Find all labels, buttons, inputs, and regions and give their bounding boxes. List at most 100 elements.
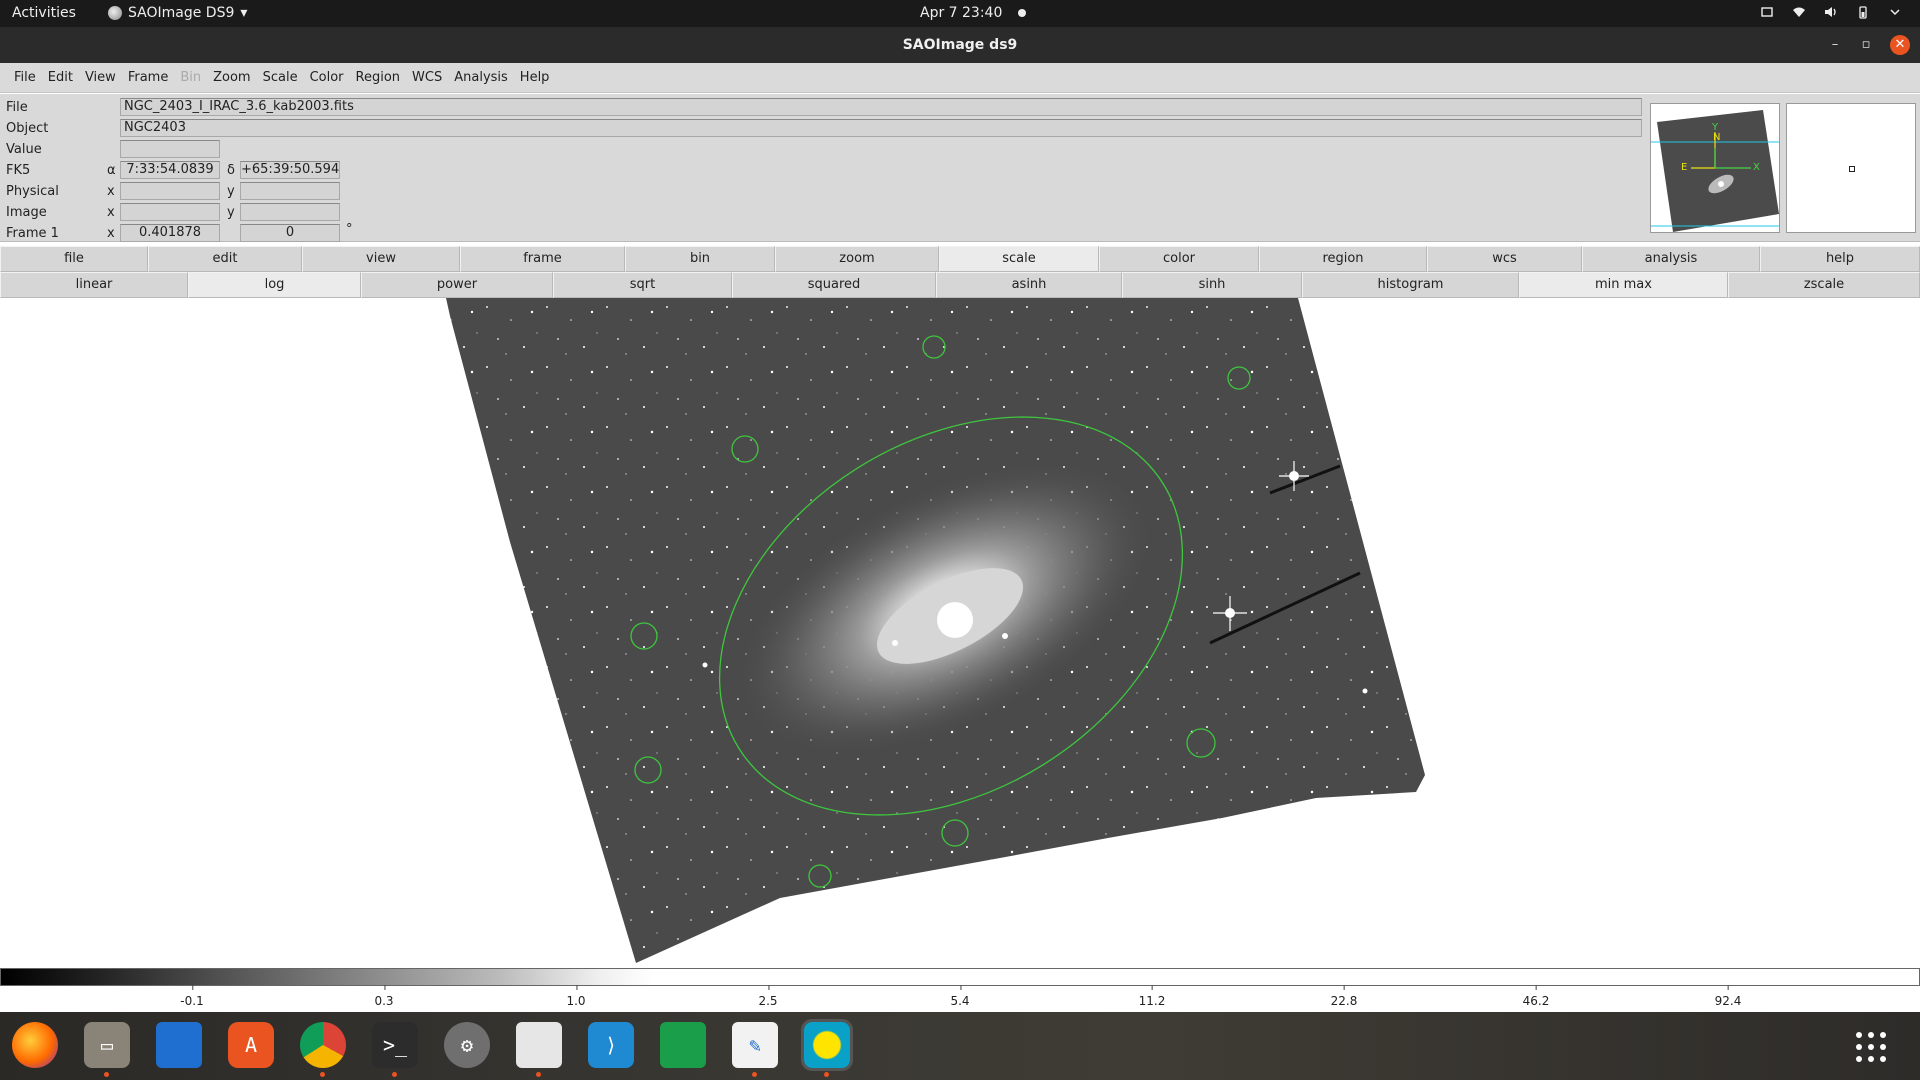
button-zoom[interactable]: zoom — [775, 246, 939, 272]
screen-icon — [1761, 7, 1773, 17]
scale-button-bar: linear log power sqrt squared asinh sinh histog… — [0, 272, 1920, 298]
colorbar-tick-label: 11.2 — [1138, 985, 1166, 1008]
menu-wcs[interactable]: WCS — [406, 70, 448, 85]
object-value: NGC2403 — [120, 119, 1642, 137]
frame-label: Frame 1 — [6, 226, 59, 241]
image-x-symbol: x — [107, 205, 115, 220]
menu-help[interactable]: Help — [514, 70, 556, 85]
panner-east-label: E — [1681, 162, 1688, 173]
scale-button-min-max[interactable]: min max — [1519, 272, 1728, 298]
document-viewer-icon[interactable] — [516, 1022, 562, 1068]
panner-x-label: X — [1753, 162, 1760, 173]
menu-analysis[interactable]: Analysis — [448, 70, 514, 85]
frame-x-symbol: x — [107, 226, 115, 241]
libreoffice-writer-icon[interactable] — [156, 1022, 202, 1068]
magnifier — [1786, 103, 1916, 233]
scale-button-squared[interactable]: squared — [732, 272, 936, 298]
image-frame[interactable] — [0, 298, 1920, 968]
physical-x-symbol: x — [107, 184, 115, 199]
main-button-bar: file edit view frame bin zoom scale color region… — [0, 246, 1920, 272]
button-scale[interactable]: scale — [939, 246, 1099, 272]
window-title-bar[interactable]: SAOImage ds9 – ▫ ✕ — [0, 27, 1920, 63]
show-applications-icon[interactable] — [1856, 1032, 1886, 1062]
button-bin[interactable]: bin — [625, 246, 775, 272]
button-frame[interactable]: frame — [460, 246, 625, 272]
image-label: Image — [6, 205, 47, 220]
chrome-icon[interactable] — [300, 1022, 346, 1068]
colorbar-ticks: -0.1 0.3 1.0 2.5 5.4 11.2 22.8 46.2 92.4 — [0, 985, 1920, 1012]
button-help[interactable]: help — [1760, 246, 1920, 272]
file-label: File — [6, 100, 28, 115]
value-label: Value — [6, 142, 42, 157]
activities-button[interactable]: Activities — [12, 5, 76, 21]
button-file[interactable]: file — [0, 246, 148, 272]
physical-y-symbol: y — [227, 184, 235, 199]
physical-x-field — [120, 182, 220, 200]
menu-region[interactable]: Region — [350, 70, 407, 85]
scale-button-zscale[interactable]: zscale — [1728, 272, 1920, 298]
window-title: SAOImage ds9 — [902, 37, 1018, 53]
menu-scale[interactable]: Scale — [257, 70, 304, 85]
volume-icon — [1825, 7, 1836, 17]
colorbar-tick-label: -0.1 — [180, 985, 204, 1008]
close-icon[interactable]: ✕ — [1890, 35, 1910, 55]
menu-bin[interactable]: Bin — [174, 70, 207, 85]
settings-icon[interactable]: ⚙ — [444, 1022, 490, 1068]
frame-angle-field: 0 — [240, 224, 340, 242]
scale-button-sinh[interactable]: sinh — [1122, 272, 1302, 298]
firefox-icon[interactable] — [12, 1022, 58, 1068]
running-indicator — [104, 1072, 109, 1077]
colorbar[interactable] — [0, 968, 1920, 986]
image-y-field — [240, 203, 340, 221]
scale-button-power[interactable]: power — [361, 272, 553, 298]
minimize-icon[interactable]: – — [1825, 35, 1845, 55]
button-color[interactable]: color — [1099, 246, 1259, 272]
button-analysis[interactable]: analysis — [1582, 246, 1760, 272]
colorbar-tick-label: 1.0 — [566, 985, 586, 1008]
menu-zoom[interactable]: Zoom — [207, 70, 256, 85]
menu-view[interactable]: View — [79, 70, 122, 85]
files-icon[interactable]: ▭ — [84, 1022, 130, 1068]
system-tray[interactable] — [1760, 5, 1902, 19]
app-menu-label: SAOImage DS9 — [128, 5, 235, 21]
physical-label: Physical — [6, 184, 59, 199]
file-value: NGC_2403_I_IRAC_3.6_kab2003.fits — [120, 98, 1642, 116]
ds9-app-icon — [108, 6, 122, 20]
libreoffice-calc-icon[interactable] — [660, 1022, 706, 1068]
menu-file[interactable]: File — [8, 70, 42, 85]
colorbar-tick-label: 46.2 — [1522, 985, 1550, 1008]
menubar: File Edit View Frame Bin Zoom Scale Color Region… — [0, 63, 1920, 93]
terminal-icon[interactable]: >_ — [372, 1022, 418, 1068]
scale-button-asinh[interactable]: asinh — [936, 272, 1122, 298]
maximize-icon[interactable]: ▫ — [1856, 35, 1876, 55]
menu-frame[interactable]: Frame — [122, 70, 175, 85]
colorbar-tick-label: 22.8 — [1330, 985, 1358, 1008]
fk5-alpha-field: 7:33:54.0839 — [120, 161, 220, 179]
button-wcs[interactable]: wcs — [1427, 246, 1582, 272]
physical-y-field — [240, 182, 340, 200]
astronomical-image — [446, 298, 1425, 963]
ubuntu-software-icon[interactable]: A — [228, 1022, 274, 1068]
panner[interactable]: N E X Y — [1650, 103, 1780, 233]
button-region[interactable]: region — [1259, 246, 1427, 272]
button-view[interactable]: view — [302, 246, 460, 272]
dock: ▭ A >_ ⚙ ⟩ ✎ — [0, 1012, 1920, 1080]
button-edit[interactable]: edit — [148, 246, 302, 272]
colorbar-tick-label: 2.5 — [758, 985, 778, 1008]
ds9-icon[interactable] — [801, 1019, 853, 1071]
scale-button-linear[interactable]: linear — [0, 272, 188, 298]
running-indicator — [824, 1072, 829, 1077]
app-menu[interactable]: SAOImage DS9 ▾ — [108, 5, 247, 21]
battery-icon — [1859, 6, 1867, 19]
menu-color[interactable]: Color — [304, 70, 350, 85]
panner-y-label: Y — [1712, 122, 1719, 133]
scale-button-log[interactable]: log — [188, 272, 361, 298]
menu-edit[interactable]: Edit — [42, 70, 79, 85]
image-x-field — [120, 203, 220, 221]
vscode-icon[interactable]: ⟩ — [588, 1022, 634, 1068]
alpha-symbol: α — [107, 163, 116, 178]
clock[interactable]: Apr 7 23:40 — [920, 5, 1027, 21]
scale-button-sqrt[interactable]: sqrt — [553, 272, 732, 298]
scale-button-histogram[interactable]: histogram — [1302, 272, 1519, 298]
text-editor-icon[interactable]: ✎ — [732, 1022, 778, 1068]
